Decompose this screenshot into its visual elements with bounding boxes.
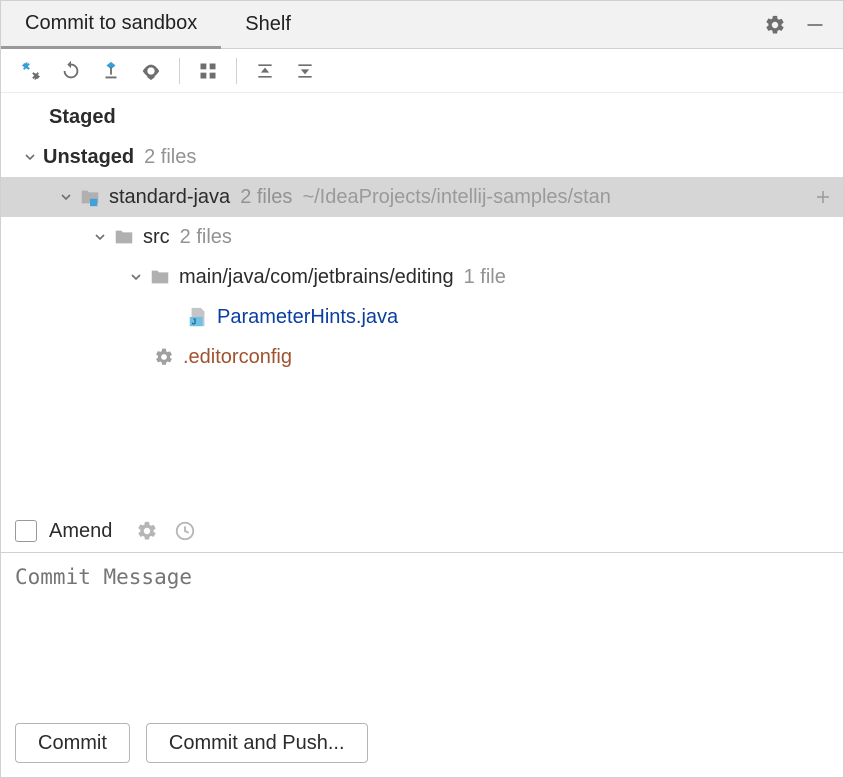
unstaged-section[interactable]: Unstaged 2 files	[1, 137, 843, 177]
show-icon[interactable]	[133, 53, 169, 89]
commit-and-push-button[interactable]: Commit and Push...	[146, 723, 368, 763]
staged-section[interactable]: Staged	[1, 97, 843, 137]
group-icon[interactable]	[190, 53, 226, 89]
src-node[interactable]: src 2 files	[1, 217, 843, 257]
settings-icon[interactable]	[761, 11, 789, 39]
file-name: .editorconfig	[183, 346, 292, 369]
file-node-java[interactable]: J ParameterHints.java	[1, 297, 843, 337]
module-folder-icon	[79, 186, 101, 208]
project-path: ~/IdeaProjects/intellij-samples/stan	[302, 186, 610, 209]
history-icon[interactable]	[172, 518, 198, 544]
commit-button[interactable]: Commit	[15, 723, 130, 763]
package-count: 1 file	[464, 266, 506, 289]
project-node[interactable]: standard-java 2 files ~/IdeaProjects/int…	[1, 177, 843, 217]
chevron-down-icon[interactable]	[91, 228, 109, 246]
add-icon[interactable]	[811, 185, 835, 209]
package-node[interactable]: main/java/com/jetbrains/editing 1 file	[1, 257, 843, 297]
rollback-icon[interactable]	[93, 53, 129, 89]
tab-commit[interactable]: Commit to sandbox	[1, 1, 221, 49]
unstaged-count: 2 files	[144, 146, 196, 169]
expand-all-icon[interactable]	[247, 53, 283, 89]
chevron-down-icon[interactable]	[57, 188, 75, 206]
amend-bar: Amend	[1, 510, 843, 553]
commit-button-bar: Commit Commit and Push...	[1, 713, 843, 777]
svg-text:J: J	[192, 317, 197, 326]
show-diff-icon[interactable]	[13, 53, 49, 89]
chevron-down-icon[interactable]	[21, 148, 39, 166]
file-name: ParameterHints.java	[217, 306, 398, 329]
commit-settings-icon[interactable]	[134, 518, 160, 544]
toolbar	[1, 49, 843, 93]
file-tree: Staged Unstaged 2 files standard-java 2 …	[1, 93, 843, 510]
refresh-icon[interactable]	[53, 53, 89, 89]
src-count: 2 files	[180, 226, 232, 249]
collapse-all-icon[interactable]	[287, 53, 323, 89]
folder-icon	[149, 266, 171, 288]
amend-checkbox[interactable]	[15, 520, 37, 542]
java-file-icon: J	[187, 306, 209, 328]
file-node-editorconfig[interactable]: .editorconfig	[1, 337, 843, 377]
src-name: src	[143, 226, 170, 249]
tab-shelf[interactable]: Shelf	[221, 2, 315, 47]
commit-message-input[interactable]	[1, 553, 843, 713]
package-name: main/java/com/jetbrains/editing	[179, 266, 454, 289]
staged-label: Staged	[49, 106, 116, 129]
chevron-down-icon[interactable]	[127, 268, 145, 286]
minimize-icon[interactable]	[801, 11, 829, 39]
unstaged-label: Unstaged	[43, 146, 134, 169]
amend-label: Amend	[49, 520, 112, 543]
folder-icon	[113, 226, 135, 248]
project-name: standard-java	[109, 186, 230, 209]
project-count: 2 files	[240, 186, 292, 209]
tabs-bar: Commit to sandbox Shelf	[1, 1, 843, 49]
config-file-icon	[153, 346, 175, 368]
